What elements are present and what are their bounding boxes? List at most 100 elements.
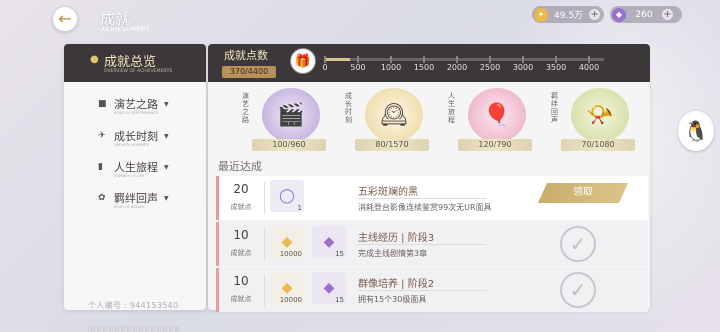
sidebar-item-bonds[interactable]: ✿ 羁绊回声 ▼ ECHO OF BONDS — [98, 190, 194, 210]
sidebar-item-label: 人生旅程 — [114, 161, 158, 174]
points-label: 成就点数 — [224, 49, 268, 62]
category-count: 120/790 — [458, 139, 532, 151]
row-points-unit: 成就点 — [230, 249, 252, 257]
reward-item[interactable]: ◆ 15 — [312, 272, 346, 304]
add-crystal-button[interactable]: + — [662, 9, 673, 20]
completed-check-icon: ✓ — [560, 226, 596, 262]
progress-tick-label: 4000 — [578, 63, 600, 72]
location-pin-icon: ● — [90, 54, 99, 65]
progress-tick — [423, 56, 425, 63]
row-points-unit: 成就点 — [230, 295, 252, 303]
reward-quantity: 15 — [335, 250, 344, 258]
sidebar-item-performance[interactable]: ■ 演艺之路 ▼ ROAD OF PERFORMANCE — [98, 96, 194, 116]
clock-icon: 🕰 — [365, 88, 423, 142]
reward-quantity: 15 — [335, 296, 344, 304]
row-accent — [216, 268, 219, 312]
gift-icon: 🎁 — [294, 53, 312, 69]
crystal-amount: 260 — [635, 9, 653, 20]
sidebar-item-label: 羁绊回声 — [114, 192, 158, 205]
row-points: 10 — [233, 228, 249, 242]
progress-tick-label: 0 — [322, 63, 328, 72]
barcode — [88, 326, 180, 332]
camera-icon: ■ — [98, 99, 107, 109]
gold-coin-icon: ◆ — [281, 280, 293, 296]
achievement-row: 10 成就点 ◆ 10000 ◆ 15 群像培养 | 阶段2 拥有15个30级面… — [216, 268, 648, 312]
purple-crystal-icon: ◆ — [612, 7, 626, 22]
ring-icon: ◯ — [279, 188, 295, 204]
arrow-left-icon: ← — [58, 9, 72, 28]
book-icon: ▮ — [98, 162, 103, 172]
progress-tick-label: 1500 — [413, 63, 435, 72]
claim-button[interactable]: 领取 — [538, 183, 628, 203]
category-label: 人生旅程 — [448, 92, 455, 124]
user-id: 个人编号 : 944153540 — [88, 301, 179, 310]
sidebar-item-sub: ECHO OF BONDS — [114, 205, 144, 209]
achievement-desc: 消耗登台影像连续鉴赏99次无UR面具 — [358, 203, 492, 212]
achievement-row: 10 成就点 ◆ 10000 ◆ 15 主线经历 | 阶段3 完成主线剧情第3章… — [216, 222, 648, 266]
hot-air-balloon-icon: 🎈 — [468, 88, 526, 142]
category-label: 演艺之路 — [242, 92, 249, 124]
progress-tick-label: 500 — [350, 63, 366, 72]
achievement-name: 群像培养 | 阶段2 — [358, 279, 435, 290]
category-count: 100/960 — [252, 139, 326, 151]
category-label: 成长时刻 — [345, 92, 352, 124]
airplane-icon: ✈ — [98, 131, 106, 141]
sidebar: ● 成就总览 OVERVIEW OF ACHIEVEMENTS ■ 演艺之路 ▼… — [64, 44, 206, 332]
category-performance[interactable]: 演艺之路 🎬 100/960 — [240, 88, 340, 154]
category-bonds[interactable]: 羁绊回声 📯 70/1080 — [549, 88, 649, 154]
penguin-chat-button[interactable]: 🐧 — [678, 111, 714, 151]
achievement-desc: 拥有15个30级面具 — [358, 295, 427, 304]
caret-down-icon: ▼ — [164, 101, 169, 108]
progress-tick — [489, 56, 491, 63]
progress-tick — [390, 56, 392, 63]
gramophone-icon: 📯 — [571, 88, 629, 142]
row-points: 20 — [233, 182, 249, 196]
progress-tick — [588, 56, 590, 63]
points-progress-fill — [324, 58, 350, 61]
sidebar-header[interactable]: ● 成就总览 OVERVIEW OF ACHIEVEMENTS — [64, 44, 206, 82]
category-count: 70/1080 — [561, 139, 635, 151]
achievement-name: 主线经历 | 阶段3 — [358, 233, 435, 244]
progress-tick — [357, 56, 359, 63]
gold-coin-icon: ◆ — [281, 234, 293, 250]
category-growth[interactable]: 成长时刻 🕰 80/1570 — [343, 88, 443, 154]
completed-check-icon: ✓ — [560, 272, 596, 308]
add-gold-button[interactable]: + — [589, 9, 601, 20]
sidebar-subtitle: OVERVIEW OF ACHIEVEMENTS — [104, 69, 173, 74]
row-accent — [216, 222, 219, 266]
sidebar-item-journey[interactable]: ▮ 人生旅程 ▼ JOURNEY OF LIFE — [98, 159, 194, 179]
gold-amount: 49.5万 — [554, 11, 584, 21]
achievement-name: 五彩斑斓的黑 — [358, 187, 418, 198]
row-points: 10 — [233, 274, 249, 288]
purple-crystal-icon: ◆ — [323, 234, 335, 250]
achievement-row: 20 成就点 ◯ 1 五彩斑斓的黑 消耗登台影像连续鉴赏99次无UR面具 领取 — [216, 176, 648, 220]
crystal-currency: ◆ 260 + — [610, 6, 682, 23]
sidebar-item-sub: JOURNEY OF LIFE — [114, 174, 144, 178]
reward-item[interactable]: ◆ 15 — [312, 226, 346, 258]
progress-tick — [324, 56, 326, 63]
category-count: 80/1570 — [355, 139, 429, 151]
purple-crystal-icon: ◆ — [323, 280, 335, 296]
reward-item[interactable]: ◯ 1 — [270, 180, 304, 212]
sidebar-item-sub: ROAD OF PERFORMANCE — [114, 111, 158, 115]
progress-tick-label: 3500 — [545, 63, 567, 72]
category-journey[interactable]: 人生旅程 🎈 120/790 — [446, 88, 546, 154]
caret-down-icon: ▼ — [164, 164, 169, 171]
gift-button[interactable]: 🎁 — [290, 48, 316, 74]
penguin-icon: 🐧 — [683, 119, 709, 143]
reward-quantity: 10000 — [279, 250, 302, 258]
row-accent — [216, 176, 219, 220]
reward-item[interactable]: ◆ 10000 — [270, 226, 304, 258]
reward-quantity: 10000 — [279, 296, 302, 304]
sidebar-item-sub: GROWTH MOMENTS — [114, 143, 150, 147]
sidebar-item-growth[interactable]: ✈ 成长时刻 ▼ GROWTH MOMENTS — [98, 128, 194, 148]
progress-tick-label: 2000 — [446, 63, 468, 72]
sidebar-title: 成就总览 — [104, 55, 157, 70]
reward-item[interactable]: ◆ 10000 — [270, 272, 304, 304]
page-subtitle: ACHIEVEMENT — [101, 26, 150, 33]
gold-currency: ✦ 49.5万 + — [532, 6, 605, 23]
recent-section-title: 最近达成 — [218, 160, 262, 173]
sidebar-item-label: 成长时刻 — [114, 130, 158, 143]
progress-tick — [522, 56, 524, 63]
back-button[interactable]: ← — [52, 6, 78, 32]
